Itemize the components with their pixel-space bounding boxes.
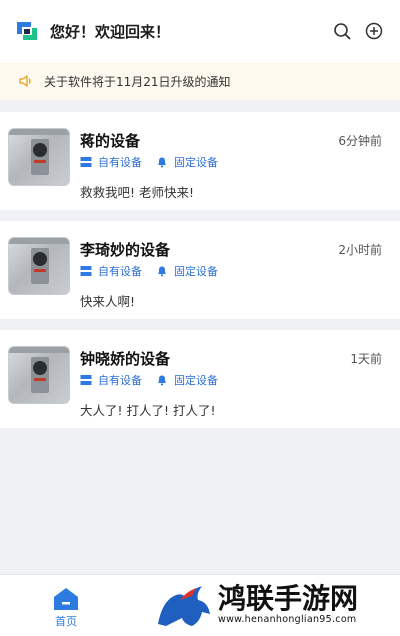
device-tags: 自有设备 固定设备	[80, 154, 218, 170]
add-circle-icon[interactable]	[364, 21, 384, 41]
speaker-icon	[18, 73, 34, 89]
tag-owned-label: 自有设备	[98, 156, 142, 169]
watermark: 鸿联手游网 www.henanhonglian95.com	[152, 576, 392, 632]
tag-owned: 自有设备	[80, 372, 142, 388]
tag-owned-label: 自有设备	[98, 265, 142, 278]
tag-fixed: 固定设备	[156, 154, 218, 170]
device-title: 蒋的设备	[80, 132, 141, 150]
bell-icon	[156, 374, 168, 386]
device-tags: 自有设备 固定设备	[80, 372, 218, 388]
tag-fixed-label: 固定设备	[174, 374, 218, 387]
device-tags: 自有设备 固定设备	[80, 263, 218, 279]
device-thumbnail	[8, 346, 70, 404]
tag-fixed: 固定设备	[156, 263, 218, 279]
tag-fixed: 固定设备	[156, 372, 218, 388]
tag-fixed-label: 固定设备	[174, 265, 218, 278]
bell-icon	[156, 265, 168, 277]
device-thumbnail	[8, 128, 70, 186]
device-title: 李琦妙的设备	[80, 241, 171, 259]
device-time: 1天前	[350, 352, 382, 366]
app-header: 您好！欢迎回来！	[0, 0, 400, 62]
greeting-title: 您好！欢迎回来！	[50, 22, 171, 41]
tab-home[interactable]: 首页	[44, 587, 88, 629]
device-card[interactable]: 蒋的设备 6分钟前 自有设备 固定设备 救救我吧! 老师快来!	[0, 112, 400, 210]
tag-owned-label: 自有设备	[98, 374, 142, 387]
watermark-text: 鸿联手游网 www.henanhonglian95.com	[218, 581, 359, 625]
device-message: 大人了! 打人了! 打人了!	[80, 403, 216, 418]
device-card[interactable]: 李琦妙的设备 2小时前 自有设备 固定设备 快来人啊!	[0, 221, 400, 319]
device-time: 2小时前	[338, 243, 382, 257]
bell-icon	[156, 156, 168, 168]
notice-bar[interactable]: 关于软件将于11月21日升级的通知	[0, 62, 400, 100]
device-message: 快来人啊!	[80, 294, 136, 309]
device-title: 钟晓娇的设备	[80, 350, 171, 368]
watermark-title: 鸿联手游网	[218, 581, 359, 615]
home-icon	[53, 587, 79, 611]
tag-fixed-label: 固定设备	[174, 156, 218, 169]
watermark-url: www.henanhonglian95.com	[218, 613, 357, 625]
device-box-icon	[80, 156, 92, 168]
device-box-icon	[80, 374, 92, 386]
device-thumbnail	[8, 237, 70, 295]
device-card[interactable]: 钟晓娇的设备 1天前 自有设备 固定设备 大人了! 打人了! 打人了!	[0, 330, 400, 428]
search-icon[interactable]	[332, 21, 352, 41]
tag-owned: 自有设备	[80, 154, 142, 170]
logo-icon	[16, 20, 38, 42]
device-box-icon	[80, 265, 92, 277]
device-time: 6分钟前	[338, 134, 382, 148]
tab-home-label: 首页	[55, 615, 77, 628]
watermark-logo	[156, 578, 212, 630]
notice-text: 关于软件将于11月21日升级的通知	[44, 74, 231, 89]
device-message: 救救我吧! 老师快来!	[80, 185, 194, 200]
device-list: 蒋的设备 6分钟前 自有设备 固定设备 救救我吧! 老师快来! 李琦妙的设备 2…	[0, 112, 400, 439]
tag-owned: 自有设备	[80, 263, 142, 279]
